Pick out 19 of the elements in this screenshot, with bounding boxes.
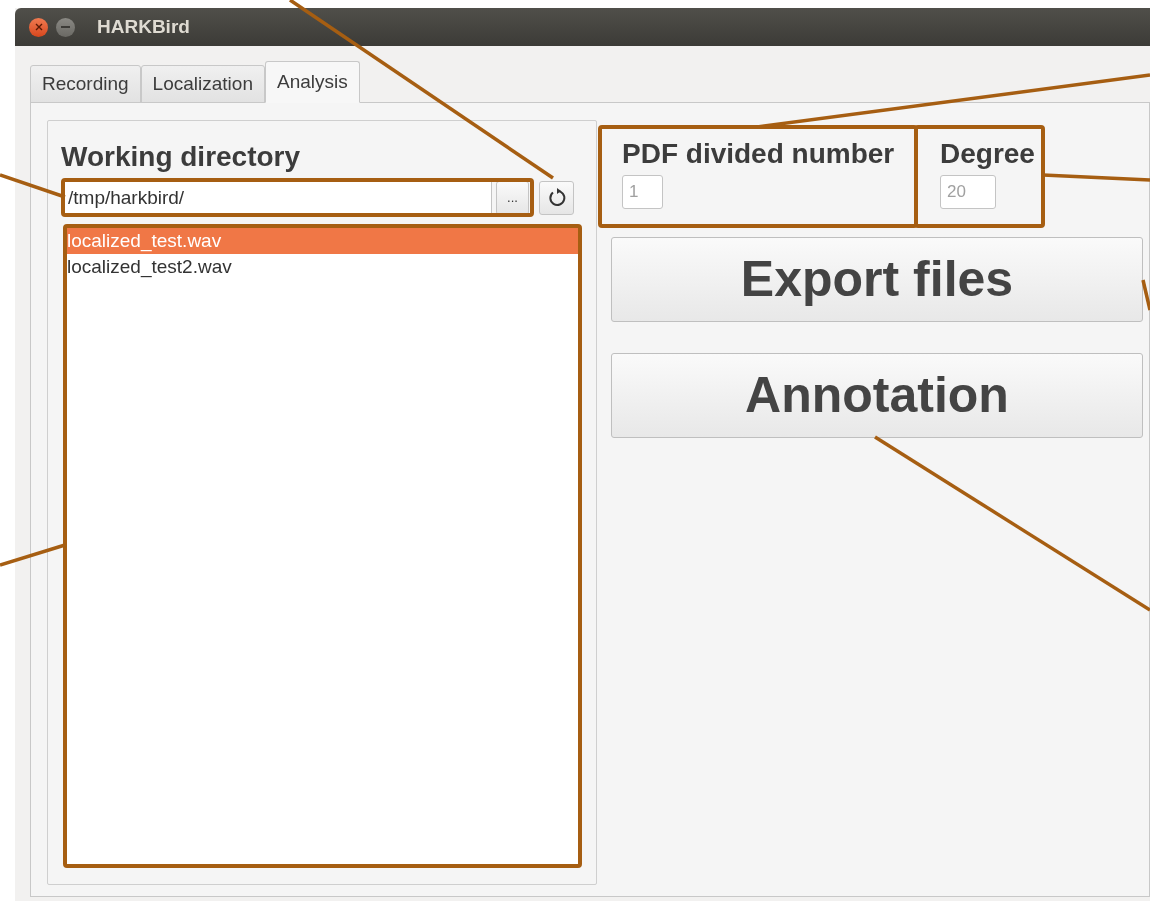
leader-line: [1141, 279, 1150, 311]
refresh-icon: [546, 188, 567, 208]
minimize-icon: [61, 26, 70, 28]
window-title: HARKBird: [97, 14, 190, 39]
close-icon: [34, 23, 43, 31]
tab[interactable]: Localization: [140, 65, 265, 103]
field-label: PDF divided number: [622, 137, 896, 171]
minimize-button[interactable]: [56, 17, 75, 37]
leader-line: [0, 173, 66, 199]
tab[interactable]: Recording: [30, 65, 141, 103]
file-item[interactable]: localized_test2.wav: [65, 254, 580, 280]
leader-line: [0, 543, 66, 567]
field-label: Degree: [940, 137, 1036, 171]
tab[interactable]: Analysis: [264, 61, 360, 103]
action-button[interactable]: Export files: [611, 237, 1143, 322]
refresh-button[interactable]: [539, 181, 574, 215]
close-button[interactable]: [29, 17, 48, 37]
action-button[interactable]: Annotation: [611, 353, 1143, 438]
section-title: Working directory: [61, 140, 302, 174]
